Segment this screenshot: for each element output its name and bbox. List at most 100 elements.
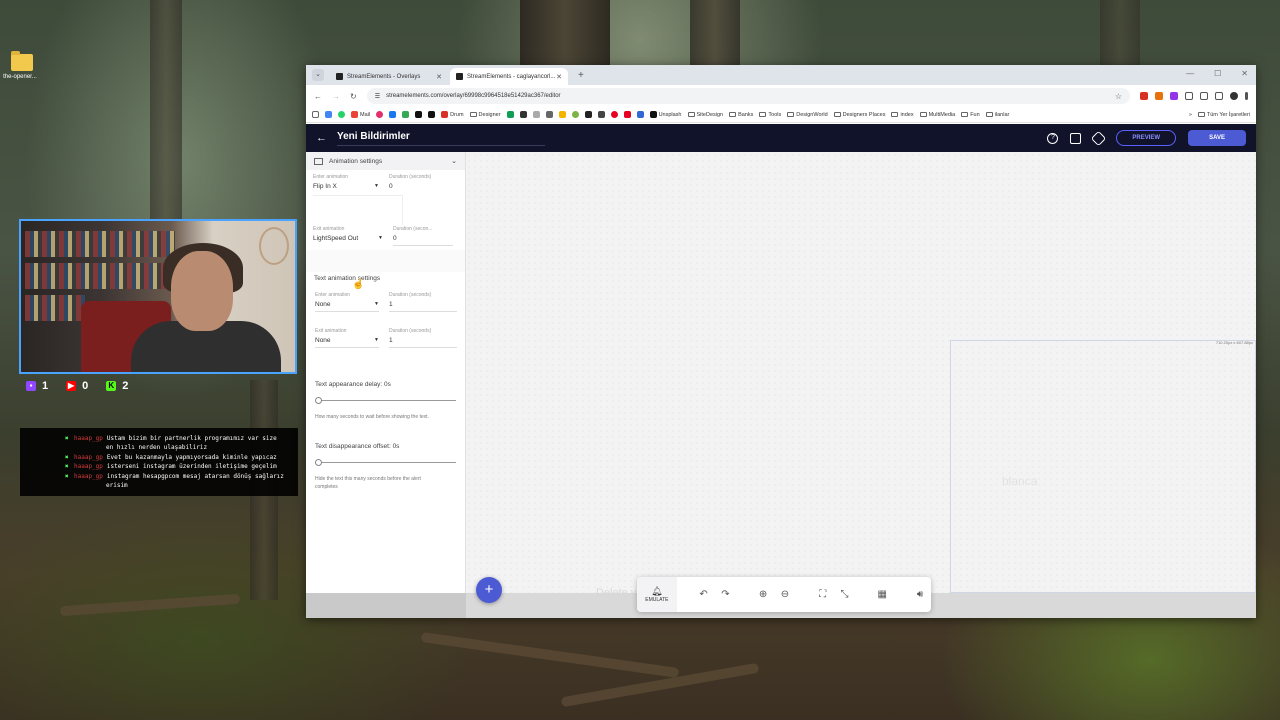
bookmark-favicon-icon[interactable] <box>571 111 579 118</box>
overlay-title[interactable]: Yeni Bildirimler <box>337 131 545 146</box>
bookmark-sitedesign[interactable]: SiteDesign <box>687 112 723 118</box>
extension-icon[interactable] <box>1140 92 1148 100</box>
bookmark-favicon-icon[interactable] <box>389 111 397 118</box>
bookmark-label: Designer <box>478 111 501 118</box>
zoom-in-icon[interactable]: ⊕ <box>752 589 774 600</box>
bookmark-favicon-icon[interactable] <box>519 111 527 118</box>
bookmark-favicon-icon[interactable] <box>623 111 631 118</box>
save-button[interactable]: SAVE <box>1188 130 1246 146</box>
animation-settings-header[interactable]: Animation settings ⌄ <box>306 152 465 170</box>
add-widget-button[interactable]: + <box>476 577 502 603</box>
bookmark-tools[interactable]: Tools <box>759 112 781 118</box>
help-icon[interactable]: ? <box>1047 132 1059 144</box>
kick-viewers: K2 <box>106 380 128 392</box>
bookmark-favicon-icon[interactable] <box>376 111 384 118</box>
bookmark-label: Tools <box>768 111 782 118</box>
bookmark-banks[interactable]: Banks <box>729 112 753 118</box>
bookmark-designer[interactable]: Designer <box>469 111 501 118</box>
kebab-menu-icon[interactable] <box>1245 92 1248 100</box>
enter-animation-select[interactable]: Enter animation Flip In X ▼ <box>313 174 379 193</box>
bookmark-favicon-icon[interactable] <box>402 111 410 118</box>
bookmark-ilanlar[interactable]: ilanlar <box>985 112 1009 118</box>
bookmark-mail[interactable]: Mail <box>351 111 370 118</box>
window-close-icon[interactable]: ✕ <box>1241 69 1248 78</box>
back-arrow-icon[interactable]: ← <box>314 92 322 101</box>
desktop-folder-icon[interactable]: the-opener... <box>3 51 40 80</box>
url-input[interactable]: ☰ streamelements.com/overlay/69998c99645… <box>366 88 1130 104</box>
sidebar-icon[interactable] <box>1200 92 1208 100</box>
tab-label: StreamElements - Overlays <box>347 73 421 80</box>
extension-icon[interactable] <box>1155 92 1163 100</box>
bookmark-star-icon[interactable]: ☆ <box>1115 92 1122 101</box>
enter-duration-input[interactable]: Duration (seconds) 0 <box>389 174 449 193</box>
bookmark-favicon-icon[interactable] <box>558 111 566 118</box>
folder-icon <box>961 112 969 117</box>
bookmark-favicon-icon[interactable] <box>325 111 332 118</box>
bookmark-drum[interactable]: Drum <box>441 111 464 118</box>
bookmark-designers-places[interactable]: Designers Places <box>833 112 885 118</box>
text-exit-duration-input[interactable]: Duration (seconds) 1 <box>389 328 457 348</box>
grid-icon[interactable]: ▦ <box>871 589 893 600</box>
bookmark-index[interactable]: index <box>891 112 914 118</box>
tab-editor[interactable]: StreamElements - caglayancorl... ✕ <box>450 68 568 85</box>
site-info-icon[interactable]: ☰ <box>375 93 380 100</box>
tab-close-icon[interactable]: ✕ <box>436 73 442 81</box>
bookmark-favicon-icon[interactable] <box>545 111 553 118</box>
fullscreen-icon[interactable]: ⛶ <box>812 589 834 600</box>
slider-thumb[interactable] <box>315 397 322 404</box>
bookmark-designworld[interactable]: DesignWorld <box>787 112 828 118</box>
forward-arrow-icon[interactable]: → <box>332 92 340 101</box>
profile-avatar-icon[interactable] <box>1230 92 1238 100</box>
bookmark-favicon-icon[interactable] <box>532 111 540 118</box>
tab-overlays[interactable]: StreamElements - Overlays ✕ <box>330 68 448 85</box>
minimize-icon[interactable]: — <box>1186 69 1194 78</box>
text-enter-duration-input[interactable]: Duration (seconds) 1 <box>389 292 457 312</box>
bookmark-all[interactable]: Tüm Yer İşaretleri <box>1197 112 1250 118</box>
window-controls: — ☐ ✕ <box>1186 69 1248 78</box>
bookmark-favicon-icon[interactable] <box>428 111 436 118</box>
reload-icon[interactable]: ↻ <box>350 92 357 101</box>
tab-close-icon[interactable]: ✕ <box>556 73 562 81</box>
exit-animation-row: Exit animation LightSpeed Out ▼ Duration … <box>306 226 465 246</box>
widget-frame[interactable]: 710.20px x 607.88px <box>950 340 1256 593</box>
undo-icon[interactable]: ↶ <box>693 589 715 600</box>
bookmark-favicon-icon[interactable] <box>415 111 423 118</box>
zoom-out-icon[interactable]: ⊖ <box>774 589 796 600</box>
fit-screen-icon[interactable]: ⤡ <box>834 589 856 600</box>
mouse-cursor-icon: ☝ <box>352 279 365 290</box>
link-icon[interactable] <box>1091 130 1107 146</box>
disappearance-offset-slider[interactable] <box>315 459 456 467</box>
bookmark-favicon-icon[interactable] <box>506 111 514 118</box>
unsplash-icon <box>649 111 657 118</box>
maximize-icon[interactable]: ☐ <box>1214 69 1221 78</box>
whatsapp-icon[interactable] <box>338 111 345 118</box>
tab-search-button[interactable]: ⌄ <box>312 69 324 81</box>
bookmark-fun[interactable]: Fun <box>961 112 980 118</box>
emulate-button[interactable]: 🔔︎ EMULATE <box>637 577 677 612</box>
back-arrow-icon[interactable]: ← <box>316 132 327 144</box>
overlay-canvas[interactable]: 710.20px x 607.88px blanca <box>466 152 1256 593</box>
text-enter-select[interactable]: Enter animation None ▼ <box>315 292 379 312</box>
volume-icon[interactable]: 🔊︎ <box>909 589 931 600</box>
bookmark-favicon-icon[interactable] <box>597 111 605 118</box>
bookmarks-overflow-icon[interactable]: » <box>1189 112 1192 118</box>
exit-duration-input[interactable]: Duration (secon... 0 <box>393 226 453 246</box>
preview-button[interactable]: PREVIEW <box>1116 130 1177 146</box>
monitor-icon[interactable] <box>1070 132 1082 144</box>
download-icon[interactable] <box>1215 92 1223 100</box>
redo-icon[interactable]: ↷ <box>714 589 736 600</box>
text-exit-select[interactable]: Exit animation None ▼ <box>315 328 379 348</box>
exit-animation-select[interactable]: Exit animation LightSpeed Out ▼ <box>313 226 383 246</box>
slider-thumb[interactable] <box>315 459 322 466</box>
extension-icon[interactable] <box>1170 92 1178 100</box>
chat-line: en hızlı nerden ulaşabiliriz <box>74 443 298 452</box>
new-tab-button[interactable]: + <box>578 70 584 81</box>
bookmark-unsplash[interactable]: Unsplash <box>649 111 682 118</box>
appearance-delay-slider[interactable] <box>315 397 456 405</box>
apps-grid-icon[interactable] <box>312 111 319 118</box>
bookmark-favicon-icon[interactable] <box>636 111 644 118</box>
bookmark-favicon-icon[interactable] <box>584 111 592 118</box>
pinterest-icon[interactable] <box>610 111 618 118</box>
bookmark-multimedia[interactable]: MultiMedia <box>919 112 955 118</box>
puzzle-icon[interactable] <box>1185 92 1193 100</box>
